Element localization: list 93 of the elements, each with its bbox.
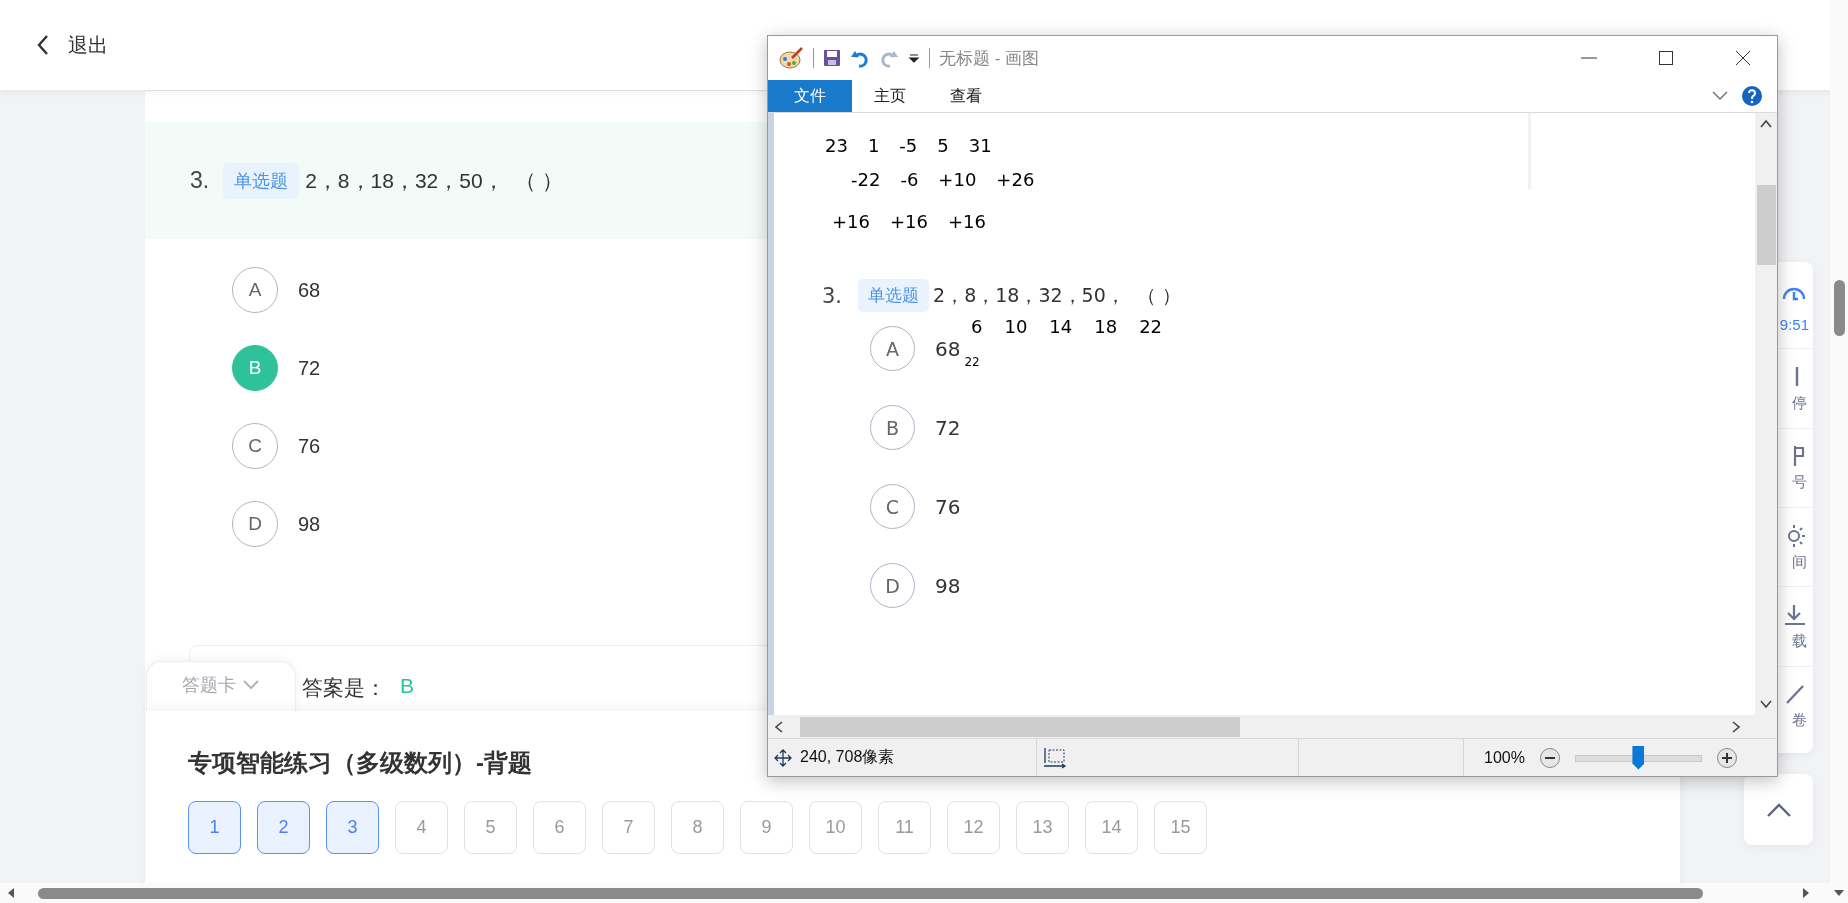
answer-card-title: 专项智能练习（多级数列）-背题 (188, 748, 532, 778)
question-type-tag: 单选题 (858, 279, 930, 312)
handwritten-number: 31 (968, 135, 992, 156)
save-icon[interactable] (823, 49, 841, 67)
question-number-button[interactable]: 15 (1154, 801, 1207, 854)
question-text: 2，8，18，32，50， （ ） (933, 282, 1181, 308)
question-number-button[interactable]: 3 (326, 801, 379, 854)
option-text: 76 (935, 494, 961, 519)
handwritten-number: +10 (938, 169, 977, 190)
option-text: 68 (935, 336, 961, 361)
question-text: 2，8，18，32，50， （ ） (305, 167, 564, 194)
handwritten-number: -6 (900, 169, 919, 190)
zoom-in-icon[interactable] (1715, 746, 1738, 769)
cursor-position: 240, 708像素 (800, 747, 895, 767)
scroll-down-icon[interactable] (1760, 699, 1772, 709)
handwritten-number: 5 (937, 135, 949, 156)
horizontal-scrollbar-thumb[interactable] (800, 716, 1240, 737)
option-text: 98 (298, 512, 321, 536)
question-number-button[interactable]: 9 (740, 801, 793, 854)
handwritten-number: +16 (890, 211, 928, 232)
question-number-button[interactable]: 5 (464, 801, 517, 854)
question-number-button[interactable]: 11 (878, 801, 931, 854)
handwritten-number: +16 (948, 211, 986, 232)
question-number-button[interactable]: 12 (947, 801, 1000, 854)
selection-size-icon (1043, 746, 1067, 769)
back-to-top-button[interactable] (1744, 774, 1813, 845)
collapse-ribbon-icon[interactable] (1711, 90, 1729, 102)
handwritten-number: 22 (1139, 316, 1163, 337)
question-number-button[interactable]: 8 (671, 801, 724, 854)
minimize-icon (1581, 57, 1597, 59)
question-number: 3. (822, 283, 843, 308)
option-text: 72 (935, 415, 961, 440)
answer-label: 答案是： (302, 675, 386, 701)
tool-label: 停 (1792, 394, 1807, 413)
tool-label: 载 (1792, 631, 1807, 651)
ribbon-tab[interactable]: 主页 (852, 80, 928, 112)
handwritten-number: -5 (899, 135, 918, 156)
chevron-up-icon (1765, 801, 1792, 818)
handwritten-number: -22 (851, 169, 881, 190)
chevron-down-icon (242, 678, 260, 691)
question-number-button[interactable]: 14 (1085, 801, 1138, 854)
scroll-down-icon[interactable] (1833, 888, 1845, 898)
palette-icon (778, 46, 804, 70)
scroll-right-icon[interactable] (1731, 720, 1741, 733)
handwritten-number: +26 (996, 169, 1035, 190)
ribbon-tab[interactable]: 文件 (768, 80, 852, 112)
handwritten-number: 22 (964, 355, 980, 369)
close-icon (1735, 50, 1751, 66)
option-text: 72 (298, 356, 321, 380)
zoom-slider[interactable] (1574, 745, 1702, 770)
scrollbar-thumb[interactable] (1756, 185, 1776, 265)
help-icon[interactable] (1741, 85, 1763, 107)
scroll-right-icon[interactable] (1801, 887, 1811, 899)
handwritten-number: 1 (867, 135, 880, 156)
question-number-button[interactable]: 10 (809, 801, 862, 854)
question-number-button[interactable]: 13 (1016, 801, 1069, 854)
tool-label: 卷 (1792, 711, 1807, 731)
question-number-button[interactable]: 4 (395, 801, 448, 854)
handwritten-number: 23 (825, 135, 848, 156)
tool-label: 间 (1792, 552, 1807, 572)
window-title: 无标题 - 画图 (939, 47, 1040, 70)
dropdown-icon[interactable] (908, 52, 920, 64)
question-number-button[interactable]: 1 (188, 801, 241, 854)
handwritten-number: 14 (1049, 316, 1073, 337)
handwritten-number: 6 (971, 316, 983, 337)
question-number-button[interactable]: 2 (257, 801, 310, 854)
question-number: 3. (190, 167, 210, 194)
option-letter[interactable]: B (232, 345, 278, 391)
back-button[interactable]: 退出 (36, 31, 108, 59)
handwritten-number: 18 (1094, 316, 1118, 337)
question-number-button[interactable]: 7 (602, 801, 655, 854)
tool-label: 号 (1792, 473, 1807, 493)
scrollbar-thumb[interactable] (1834, 280, 1845, 336)
option-text: 76 (298, 434, 321, 458)
zoom-level: 100% (1484, 748, 1525, 767)
tool-label: 9:51 (1779, 315, 1809, 333)
scroll-left-icon[interactable] (774, 720, 784, 733)
handwritten-number: +16 (832, 211, 870, 232)
move-icon (774, 748, 792, 767)
chevron-left-icon (36, 34, 50, 56)
scroll-left-icon[interactable] (6, 887, 16, 899)
question-type-tag: 单选题 (223, 162, 300, 199)
handwritten-number: 10 (1004, 316, 1028, 337)
ribbon-tab[interactable]: 查看 (928, 80, 1004, 112)
horizontal-scrollbar-thumb[interactable] (38, 887, 1703, 899)
answer-value: B (400, 674, 414, 698)
zoom-out-icon[interactable] (1538, 746, 1561, 769)
scroll-up-icon[interactable] (1760, 119, 1772, 129)
option-text: 98 (935, 573, 961, 598)
zoom-slider-thumb[interactable] (1632, 745, 1645, 770)
question-number-button[interactable]: 6 (533, 801, 586, 854)
option-text: 68 (298, 278, 321, 302)
maximize-icon (1658, 50, 1674, 66)
